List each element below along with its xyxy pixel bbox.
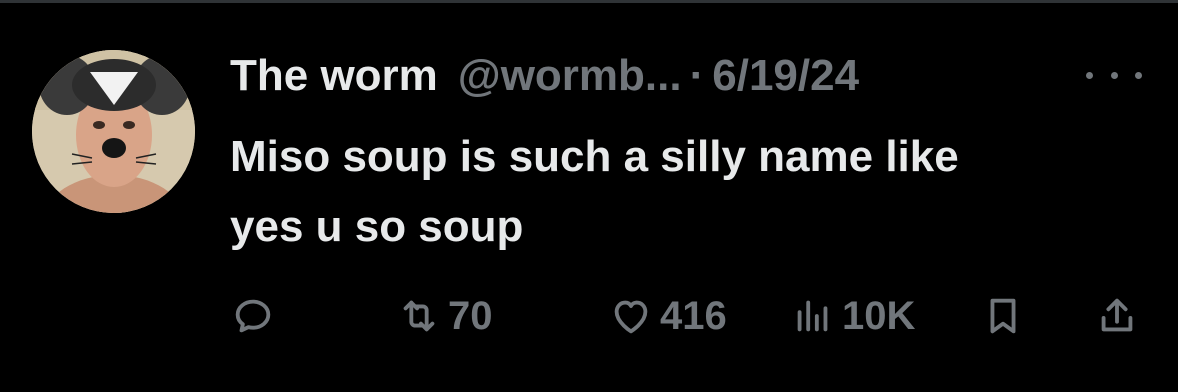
- bookmark-button[interactable]: [980, 288, 1026, 344]
- tweet-text: Miso soup is such a silly name like yes …: [230, 122, 1150, 262]
- views-button[interactable]: 10K: [790, 288, 915, 344]
- tweet-text-line: yes u so soup: [230, 202, 524, 251]
- views-count: 10K: [842, 293, 916, 338]
- tweet-date[interactable]: 6/19/24: [712, 51, 859, 101]
- views-chart-icon: [797, 300, 828, 332]
- author-name[interactable]: The worm: [230, 51, 438, 101]
- author-handle[interactable]: @wormb...: [458, 51, 682, 101]
- share-icon: [1101, 298, 1133, 332]
- bookmark-icon: [990, 298, 1016, 334]
- heart-icon: [614, 300, 648, 334]
- tweet-text-line: Miso soup is such a silly name like: [230, 132, 959, 181]
- more-options-icon[interactable]: [1086, 60, 1142, 90]
- more-dot: [1086, 71, 1093, 79]
- like-button[interactable]: 416: [608, 288, 727, 344]
- more-dot: [1135, 71, 1142, 79]
- reply-button[interactable]: [230, 288, 276, 344]
- retweet-icon: [403, 300, 435, 332]
- more-dot: [1110, 71, 1118, 79]
- top-divider: [0, 0, 1178, 3]
- tweet-header: The worm @wormb... · 6/19/24: [230, 50, 859, 102]
- reply-icon: [235, 299, 271, 333]
- avatar-image: [32, 50, 195, 213]
- separator-dot: ·: [689, 51, 705, 100]
- retweet-count: 70: [448, 293, 493, 338]
- retweet-button[interactable]: 70: [396, 288, 493, 344]
- like-count: 416: [660, 293, 727, 338]
- share-button[interactable]: [1094, 288, 1140, 344]
- action-bar: 70 416 10K: [0, 288, 1178, 344]
- avatar[interactable]: [32, 50, 195, 213]
